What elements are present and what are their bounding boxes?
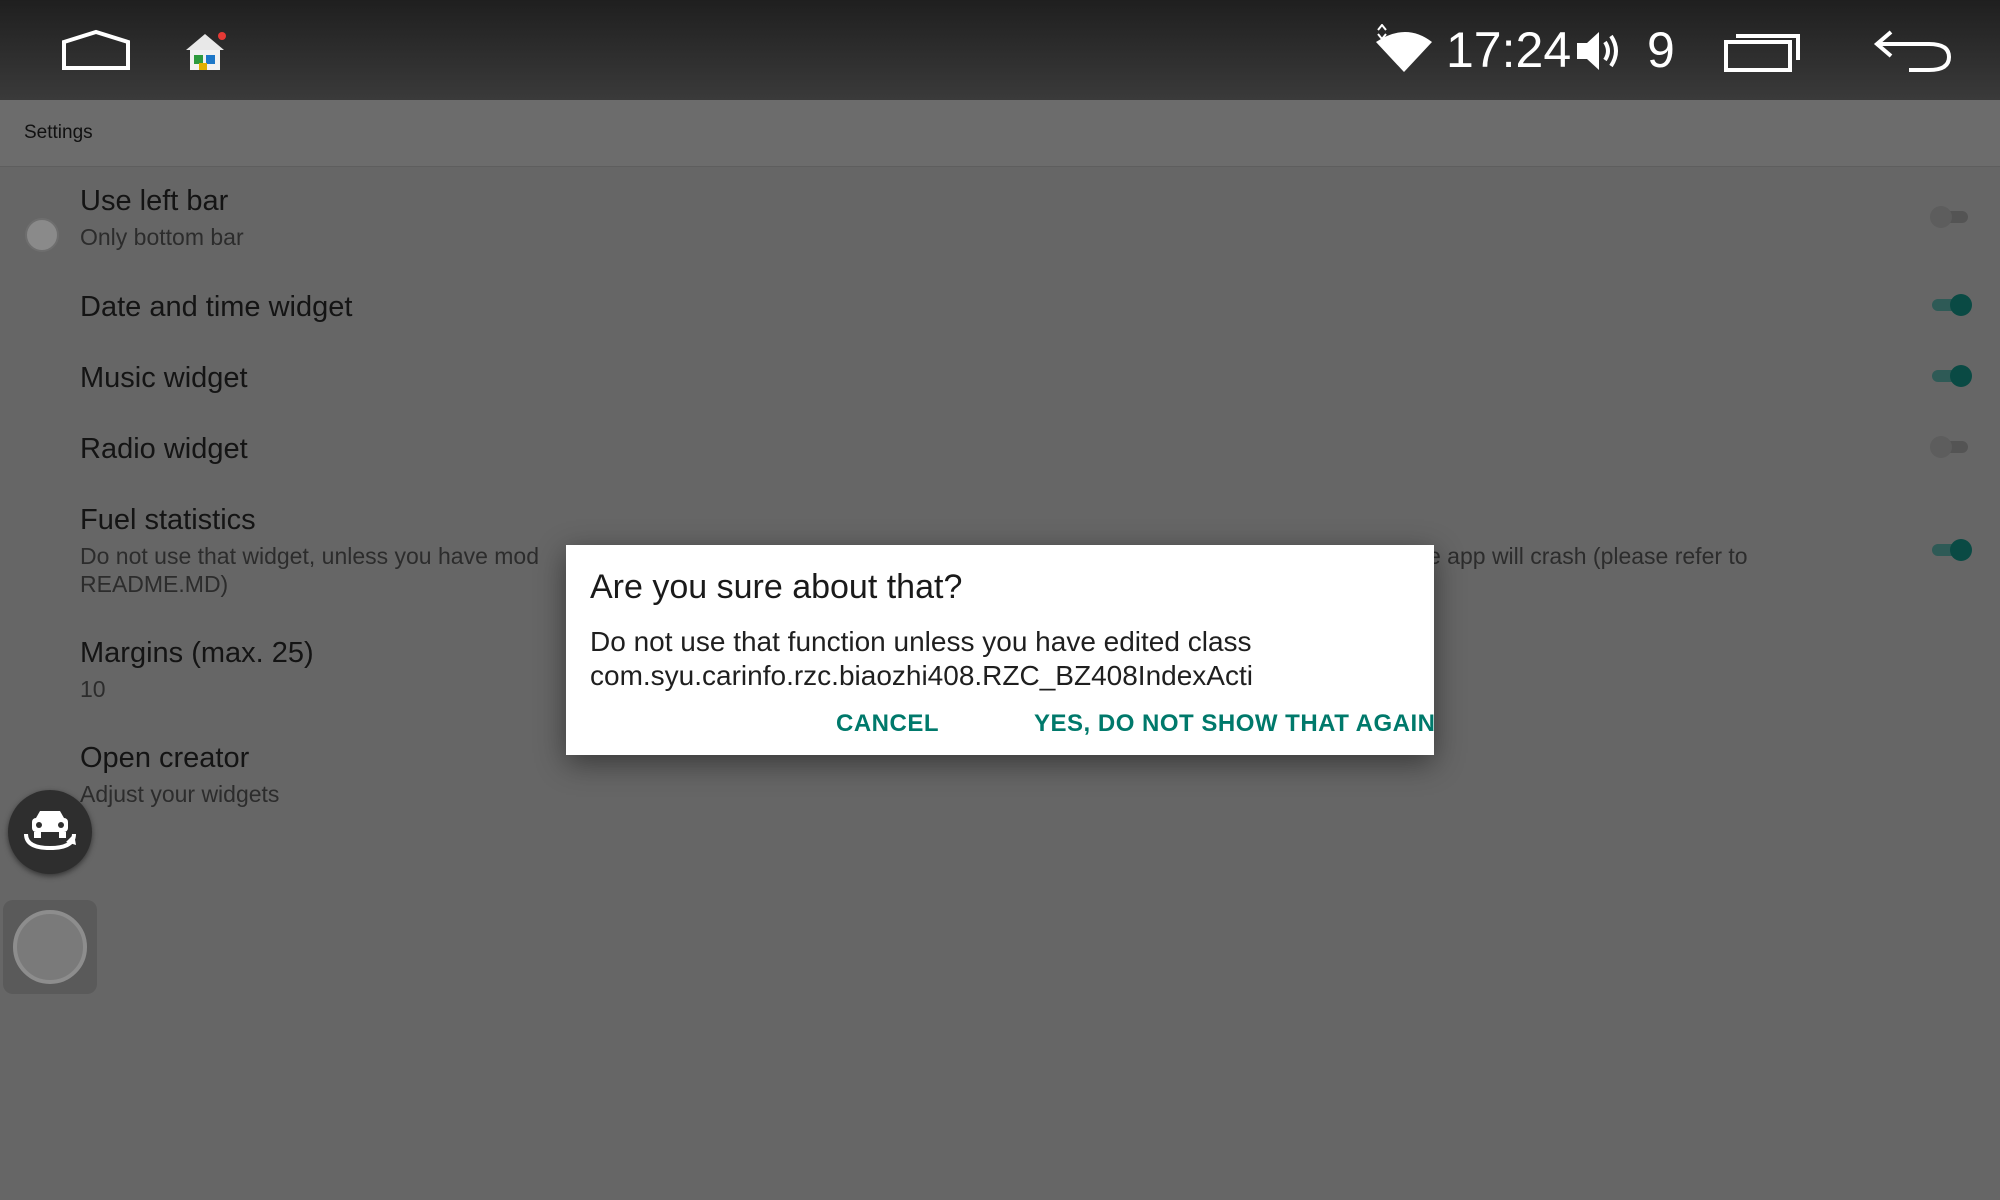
back-icon[interactable] <box>1873 24 1955 81</box>
preference-title: Open creator <box>80 742 250 774</box>
dialog-title: Are you sure about that? <box>590 568 963 606</box>
preference-title: Music widget <box>80 362 248 394</box>
wifi-icon <box>1370 23 1434 79</box>
music-widget-switch[interactable] <box>1930 364 1972 388</box>
preference-summary-line2: README.MD) <box>80 571 229 597</box>
preference-title: Radio widget <box>80 433 248 465</box>
page-title: Settings <box>24 122 93 143</box>
home-icon[interactable] <box>60 28 132 77</box>
fuel-statistics-switch[interactable] <box>1930 538 1972 562</box>
preference-title: Date and time widget <box>80 291 353 323</box>
clock: 17:24 <box>1446 22 1572 78</box>
dialog-message: Do not use that function unless you have… <box>590 626 1253 691</box>
settings-header: Settings <box>0 100 2000 167</box>
cancel-button[interactable]: CANCEL <box>836 710 939 738</box>
recents-icon[interactable] <box>1722 28 1804 79</box>
preference-summary: Only bottom bar <box>80 224 244 250</box>
preference-summary-right: e app will crash (please refer to <box>1428 543 1748 569</box>
car-rotate-icon <box>22 808 78 861</box>
use-left-bar-switch[interactable] <box>1930 205 1972 229</box>
preference-summary-left: Do not use that widget, unless you have … <box>80 543 540 569</box>
car-view-button[interactable] <box>8 790 92 874</box>
assistive-touch-button[interactable] <box>3 900 97 994</box>
volume-icon[interactable] <box>1573 28 1625 79</box>
preference-title: Use left bar <box>80 185 229 217</box>
preference-title: Fuel statistics <box>80 504 256 536</box>
volume-level: 9 <box>1647 22 1675 78</box>
confirmation-dialog: Are you sure about that? Do not use that… <box>566 545 1436 755</box>
preference-summary: 10 <box>80 676 106 702</box>
status-bar: 17:24 9 <box>0 0 2000 100</box>
assistive-touch-ring <box>13 910 87 984</box>
preference-title: Margins (max. 25) <box>80 637 314 669</box>
confirm-button[interactable]: YES, DO NOT SHOW THAT AGAIN <box>1034 710 1436 738</box>
date-time-widget-switch[interactable] <box>1930 293 1972 317</box>
preference-summary: Adjust your widgets <box>80 781 280 807</box>
radio-widget-switch[interactable] <box>1930 435 1972 459</box>
launcher-icon[interactable] <box>182 30 228 77</box>
radio-indicator <box>25 218 59 252</box>
